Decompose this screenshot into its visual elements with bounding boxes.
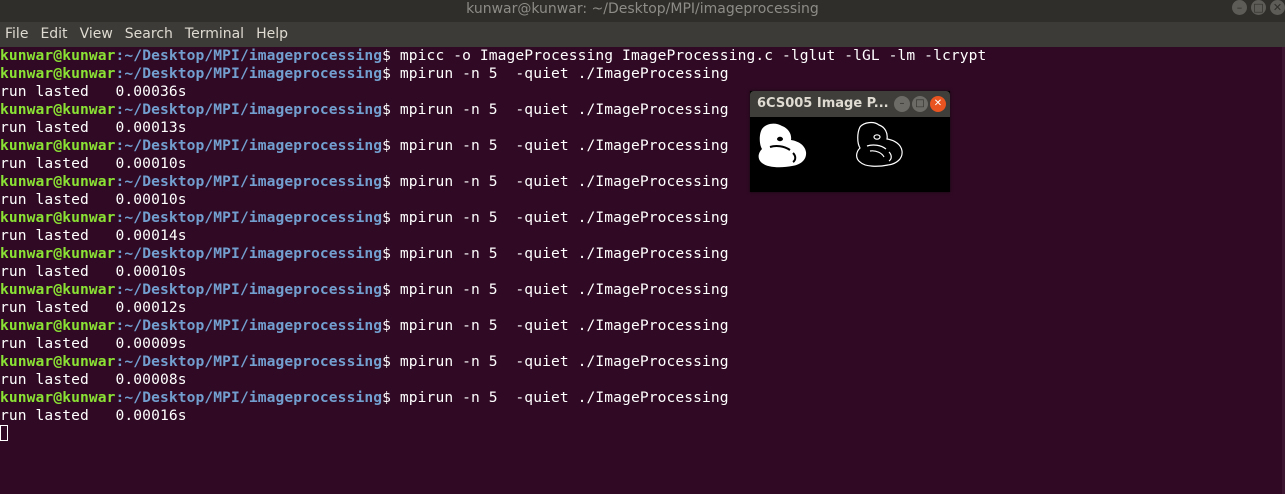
command-text: mpirun -n 5 -quiet ./ImageProcessing bbox=[391, 245, 729, 262]
duck-edges-image bbox=[856, 121, 903, 167]
prompt-path: :~/Desktop/MPI/imageprocessing bbox=[115, 47, 383, 64]
terminal-output-line: run lasted 0.00010s bbox=[0, 263, 187, 280]
command-text: mpirun -n 5 -quiet ./ImageProcessing bbox=[391, 317, 729, 334]
prompt-symbol: $ bbox=[382, 137, 392, 154]
window-titlebar: kunwar@kunwar: ~/Desktop/MPI/imageproces… bbox=[0, 0, 1285, 22]
minimize-icon[interactable]: – bbox=[894, 96, 910, 112]
prompt-symbol: $ bbox=[382, 389, 392, 406]
prompt-symbol: $ bbox=[382, 65, 392, 82]
prompt-path: :~/Desktop/MPI/imageprocessing bbox=[115, 209, 383, 226]
prompt-symbol: $ bbox=[382, 173, 392, 190]
prompt-symbol: $ bbox=[382, 245, 392, 262]
terminal-output-line: run lasted 0.00012s bbox=[0, 299, 187, 316]
menu-edit[interactable]: Edit bbox=[35, 22, 72, 47]
prompt-user: kunwar@kunwar bbox=[0, 353, 116, 370]
menu-bar: File Edit View Search Terminal Help bbox=[0, 22, 1285, 47]
prompt-path: :~/Desktop/MPI/imageprocessing bbox=[115, 245, 383, 262]
prompt-path: :~/Desktop/MPI/imageprocessing bbox=[115, 101, 383, 118]
terminal-output-line: run lasted 0.00036s bbox=[0, 83, 187, 100]
maximize-icon[interactable]: □ bbox=[912, 96, 928, 112]
menu-terminal[interactable]: Terminal bbox=[180, 22, 249, 47]
prompt-symbol: $ bbox=[382, 281, 392, 298]
prompt-user: kunwar@kunwar bbox=[0, 65, 116, 82]
image-window-title: 6CS005 Image P... bbox=[757, 96, 889, 111]
terminal-command-line: kunwar@kunwar:~/Desktop/MPI/imageprocess… bbox=[0, 173, 729, 191]
prompt-path: :~/Desktop/MPI/imageprocessing bbox=[115, 65, 383, 82]
menu-view[interactable]: View bbox=[75, 22, 118, 47]
command-text: mpirun -n 5 -quiet ./ImageProcessing bbox=[391, 101, 729, 118]
command-text: mpicc -o ImageProcessing ImageProcessing… bbox=[391, 47, 987, 64]
command-text: mpirun -n 5 -quiet ./ImageProcessing bbox=[391, 281, 729, 298]
image-window-controls: – □ ✕ bbox=[894, 96, 946, 112]
command-text: mpirun -n 5 -quiet ./ImageProcessing bbox=[391, 389, 729, 406]
image-window-titlebar[interactable]: 6CS005 Image P... – □ ✕ bbox=[750, 91, 950, 117]
image-window[interactable]: 6CS005 Image P... – □ ✕ bbox=[750, 91, 950, 192]
prompt-user: kunwar@kunwar bbox=[0, 245, 116, 262]
prompt-user: kunwar@kunwar bbox=[0, 47, 116, 64]
terminal-command-line: kunwar@kunwar:~/Desktop/MPI/imageprocess… bbox=[0, 101, 729, 119]
prompt-user: kunwar@kunwar bbox=[0, 137, 116, 154]
prompt-symbol: $ bbox=[382, 101, 392, 118]
terminal-command-line: kunwar@kunwar:~/Desktop/MPI/imageprocess… bbox=[0, 245, 729, 263]
prompt-symbol: $ bbox=[382, 317, 392, 334]
prompt-user: kunwar@kunwar bbox=[0, 101, 116, 118]
prompt-user: kunwar@kunwar bbox=[0, 317, 116, 334]
close-icon[interactable]: ✕ bbox=[930, 96, 946, 112]
image-output bbox=[758, 121, 903, 168]
command-text: mpirun -n 5 -quiet ./ImageProcessing bbox=[391, 209, 729, 226]
close-icon[interactable]: ✕ bbox=[1270, 0, 1285, 15]
terminal-command-line: kunwar@kunwar:~/Desktop/MPI/imageprocess… bbox=[0, 281, 729, 299]
terminal-command-line: kunwar@kunwar:~/Desktop/MPI/imageprocess… bbox=[0, 353, 729, 371]
terminal-command-line: kunwar@kunwar:~/Desktop/MPI/imageprocess… bbox=[0, 389, 729, 407]
terminal-output-line: run lasted 0.00010s bbox=[0, 155, 187, 172]
prompt-user: kunwar@kunwar bbox=[0, 173, 116, 190]
terminal-command-line: kunwar@kunwar:~/Desktop/MPI/imageprocess… bbox=[0, 137, 729, 155]
prompt-symbol: $ bbox=[382, 353, 392, 370]
terminal-command-line: kunwar@kunwar:~/Desktop/MPI/imageprocess… bbox=[0, 209, 729, 227]
command-text: mpirun -n 5 -quiet ./ImageProcessing bbox=[391, 353, 729, 370]
prompt-user: kunwar@kunwar bbox=[0, 389, 116, 406]
terminal-output[interactable]: kunwar@kunwar:~/Desktop/MPI/imageprocess… bbox=[0, 47, 1285, 494]
terminal-output-line: run lasted 0.00010s bbox=[0, 191, 187, 208]
image-canvas bbox=[750, 117, 950, 192]
terminal-output-line: run lasted 0.00016s bbox=[0, 407, 187, 424]
command-text: mpirun -n 5 -quiet ./ImageProcessing bbox=[391, 137, 729, 154]
prompt-path: :~/Desktop/MPI/imageprocessing bbox=[115, 281, 383, 298]
prompt-path: :~/Desktop/MPI/imageprocessing bbox=[115, 317, 383, 334]
maximize-icon[interactable]: □ bbox=[1251, 0, 1266, 15]
prompt-user: kunwar@kunwar bbox=[0, 281, 116, 298]
terminal-output-line: run lasted 0.00013s bbox=[0, 119, 187, 136]
terminal-output-line: run lasted 0.00009s bbox=[0, 335, 187, 352]
terminal-command-line: kunwar@kunwar:~/Desktop/MPI/imageprocess… bbox=[0, 317, 729, 335]
terminal-output-line: run lasted 0.00014s bbox=[0, 227, 187, 244]
terminal-output-line: run lasted 0.00008s bbox=[0, 371, 187, 388]
command-text: mpirun -n 5 -quiet ./ImageProcessing bbox=[391, 173, 729, 190]
prompt-symbol: $ bbox=[382, 47, 392, 64]
prompt-symbol: $ bbox=[382, 209, 392, 226]
window-controls: – □ ✕ bbox=[1232, 0, 1285, 16]
prompt-path: :~/Desktop/MPI/imageprocessing bbox=[115, 173, 383, 190]
prompt-path: :~/Desktop/MPI/imageprocessing bbox=[115, 389, 383, 406]
duck-filled-image bbox=[758, 123, 807, 168]
terminal-cursor bbox=[0, 425, 8, 441]
menu-help[interactable]: Help bbox=[251, 22, 293, 47]
command-text: mpirun -n 5 -quiet ./ImageProcessing bbox=[391, 65, 729, 82]
terminal-command-line: kunwar@kunwar:~/Desktop/MPI/imageprocess… bbox=[0, 47, 986, 65]
terminal-command-line: kunwar@kunwar:~/Desktop/MPI/imageprocess… bbox=[0, 65, 729, 83]
window-title: kunwar@kunwar: ~/Desktop/MPI/imageproces… bbox=[466, 1, 819, 17]
menu-file[interactable]: File bbox=[0, 22, 33, 47]
menu-search[interactable]: Search bbox=[120, 22, 178, 47]
prompt-path: :~/Desktop/MPI/imageprocessing bbox=[115, 353, 383, 370]
minimize-icon[interactable]: – bbox=[1232, 0, 1247, 15]
prompt-path: :~/Desktop/MPI/imageprocessing bbox=[115, 137, 383, 154]
prompt-user: kunwar@kunwar bbox=[0, 209, 116, 226]
